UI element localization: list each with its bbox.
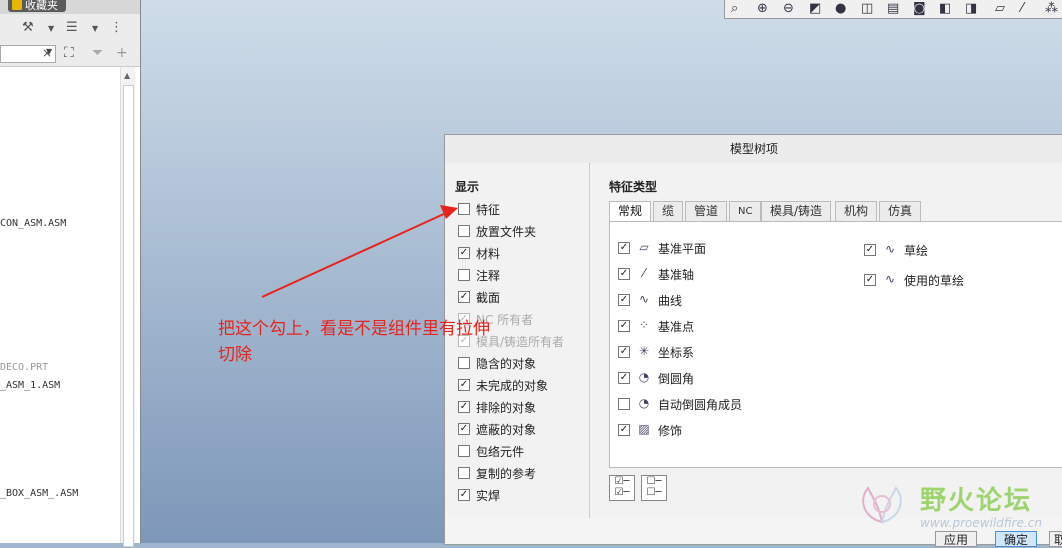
arrow-head — [440, 205, 458, 219]
watermark-logo — [862, 486, 902, 524]
annotation-arrow — [261, 205, 458, 298]
watermark-url: www.proewildfire.cn — [920, 516, 1042, 530]
watermark-title: 野火论坛 — [920, 486, 1033, 516]
forum-watermark: 野火论坛 www.proewildfire.cn — [850, 476, 1062, 543]
annotation-text: 把这个勾上，看是不是组件里有拉伸切除 — [218, 319, 490, 365]
arrow-shaft — [261, 212, 447, 298]
